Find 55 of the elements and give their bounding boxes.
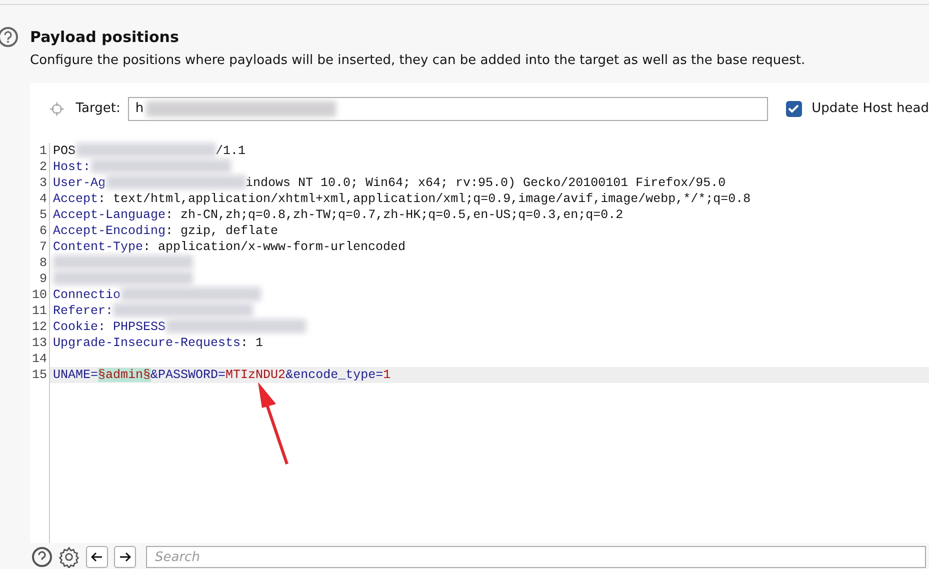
section-description: Configure the positions where payloads will be inserted, they can be added into the target as well as the base request. bbox=[30, 52, 806, 70]
right-arrow-icon bbox=[119, 552, 131, 562]
header-value: : text/html,application/xhtml+xml,application/xml;q=0.9,image/avif,image/webp,*/*;q=0.8 bbox=[98, 192, 751, 206]
header-name: Cookie: bbox=[53, 320, 106, 334]
header-name: User-Ag bbox=[53, 176, 106, 190]
parameter-value: 1 bbox=[383, 368, 391, 382]
header-value: POS bbox=[53, 144, 76, 158]
line-number: 4 bbox=[38, 190, 48, 206]
section-title: Payload positions bbox=[30, 26, 179, 48]
header-name: Accept bbox=[53, 192, 98, 206]
payload-marker: §admin§ bbox=[98, 368, 151, 382]
header-name: &encode_type= bbox=[286, 368, 384, 382]
line-number: 3 bbox=[38, 174, 48, 190]
line-number: 15 bbox=[30, 366, 48, 382]
header-name: UNAME= bbox=[53, 368, 98, 382]
header-name: Upgrade-Insecure-Requests bbox=[53, 336, 241, 350]
header-name: PHPSESS bbox=[112, 320, 166, 334]
header-name: Connectio bbox=[53, 288, 121, 302]
crosshair-icon bbox=[50, 102, 64, 116]
target-label: Target: bbox=[76, 100, 120, 118]
previous-button[interactable] bbox=[86, 546, 108, 568]
help-icon[interactable] bbox=[0, 27, 18, 47]
settings-icon[interactable] bbox=[58, 546, 80, 568]
line-number: 7 bbox=[38, 238, 48, 254]
line-number: 10 bbox=[30, 286, 48, 302]
line-number: 8 bbox=[38, 254, 48, 270]
header-value: : 1 bbox=[240, 336, 264, 350]
header-value: indows NT 10.0; Win64; x64; rv:95.0) Gecko/20100101 Firefox/95.0 bbox=[246, 176, 726, 190]
next-button[interactable] bbox=[114, 546, 136, 568]
line-number: 12 bbox=[30, 318, 48, 334]
search-field[interactable]: Search bbox=[146, 546, 926, 568]
header-name: Content-Type bbox=[53, 240, 144, 254]
header-value: : gzip, deflate bbox=[166, 224, 278, 238]
header-value: /1.1 bbox=[216, 144, 246, 158]
target-field[interactable]: h bbox=[128, 96, 768, 120]
header-value: : zh-CN,zh;q=0.8,zh-TW;q=0.7,zh-HK;q=0.5,en-US;q=0.3,en;q=0.2 bbox=[166, 208, 624, 222]
parameter-value: MTIzNDU2 bbox=[226, 368, 286, 382]
line-number: 1 bbox=[38, 142, 48, 158]
header-name: &PASSWORD= bbox=[150, 368, 226, 382]
line-number: 5 bbox=[38, 206, 48, 222]
header-value: : application/x-www-form-urlencoded bbox=[143, 240, 406, 254]
line-number: 9 bbox=[38, 270, 48, 286]
header-name: Referer: bbox=[53, 304, 114, 318]
header-name: Host: bbox=[53, 160, 91, 174]
line-number: 2 bbox=[38, 158, 48, 174]
line-number: 11 bbox=[30, 302, 48, 318]
update-host-checkbox[interactable] bbox=[786, 100, 802, 116]
left-arrow-icon bbox=[91, 552, 103, 562]
header-name: Accept-Encoding bbox=[53, 224, 166, 238]
update-host-label: Update Host head bbox=[812, 100, 929, 118]
line-number: 13 bbox=[30, 334, 48, 350]
line-number: 6 bbox=[38, 222, 48, 238]
help-icon[interactable] bbox=[32, 547, 52, 567]
line-number: 14 bbox=[30, 350, 48, 366]
header-name: Accept-Language bbox=[53, 208, 166, 222]
